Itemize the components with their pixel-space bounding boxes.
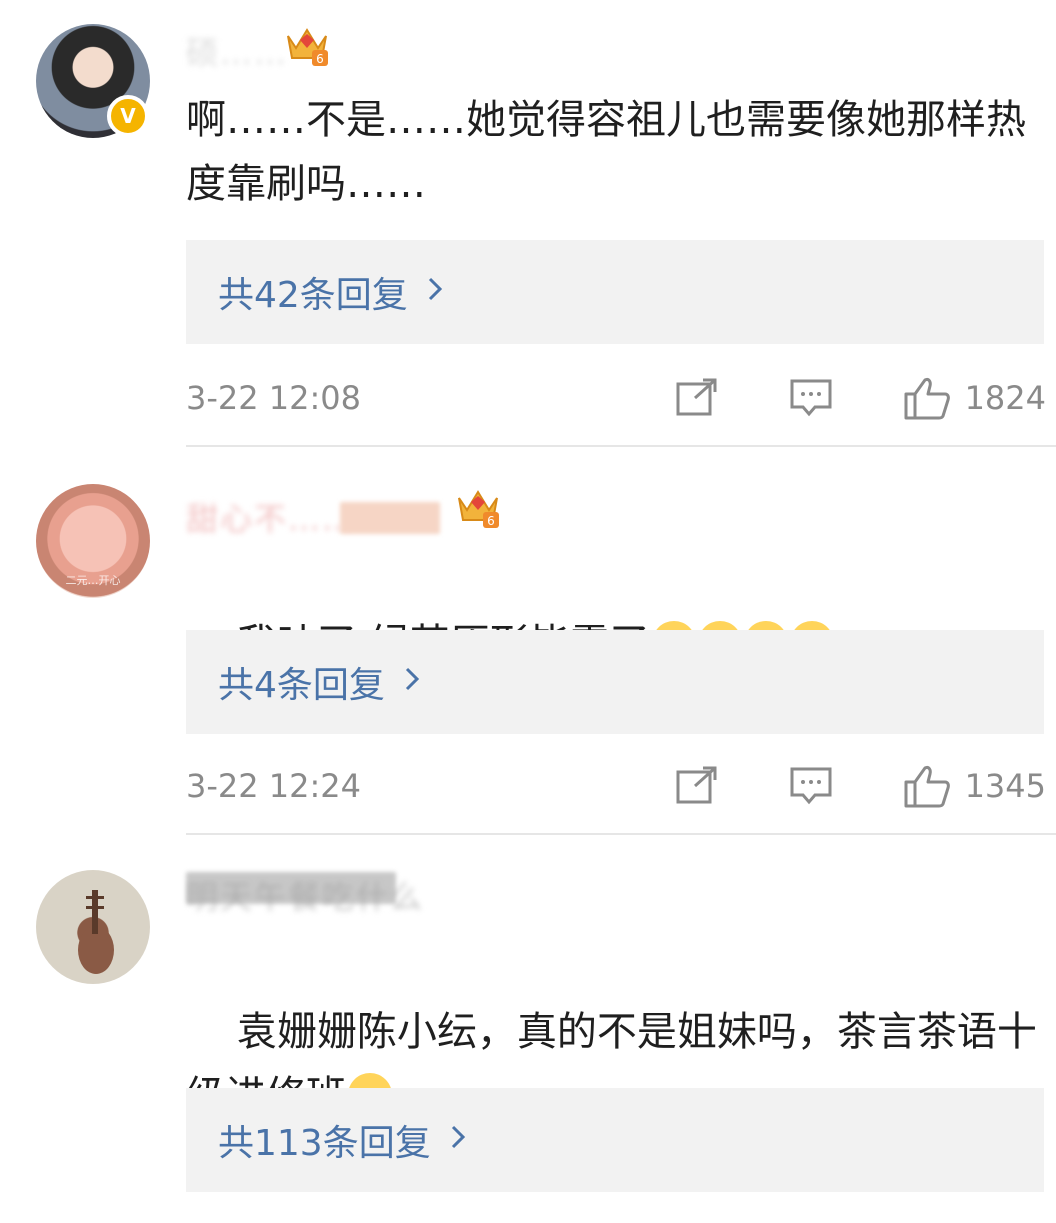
view-replies-button[interactable]: 共113条回复 — [186, 1088, 1044, 1192]
redaction-block — [186, 872, 396, 904]
pipa-illustration — [78, 890, 114, 974]
replies-label: 共113条回复 — [218, 1123, 431, 1164]
avatar[interactable] — [36, 870, 150, 984]
chevron-right-icon — [449, 1121, 467, 1159]
comment-item: 明天午餐吃什么 袁姗姗陈小纭，真的不是姐妹吗，茶言茶语十级进修班 共113条回复 — [0, 0, 1056, 1223]
